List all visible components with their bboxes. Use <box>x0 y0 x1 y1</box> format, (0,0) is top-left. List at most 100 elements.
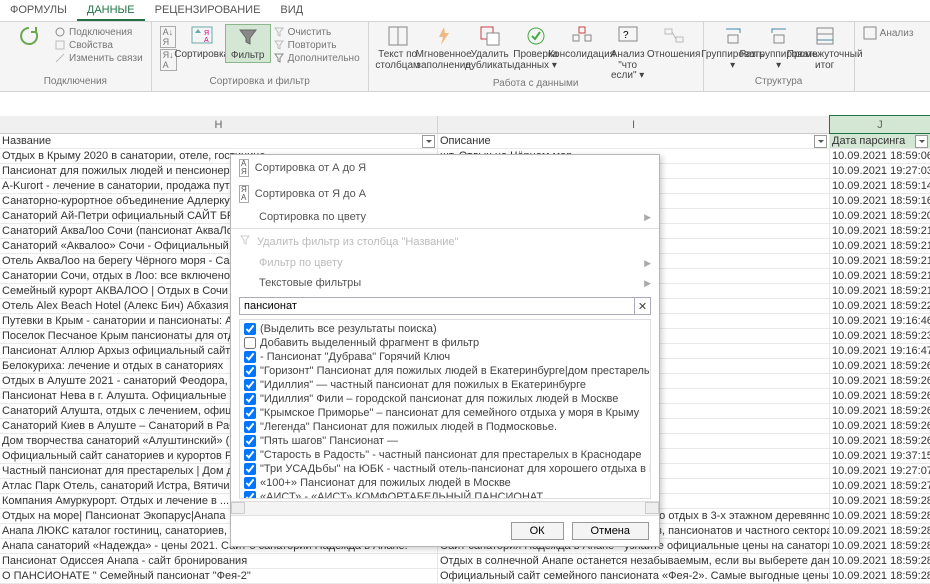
cell[interactable]: 10.09.2021 18:59:14 <box>830 179 930 193</box>
group-icon <box>721 24 745 48</box>
consolidate-button[interactable]: Консолидация <box>559 24 605 61</box>
whatif-button[interactable]: ?Анализ "что если" ▾ <box>605 24 651 82</box>
search-input[interactable] <box>239 297 635 315</box>
filter-button-I[interactable] <box>814 135 827 148</box>
col-header-H[interactable]: H <box>0 116 438 133</box>
cell[interactable]: 10.09.2021 18:59:20 <box>830 209 930 223</box>
consolidate-icon <box>570 24 594 48</box>
cell[interactable]: 10.09.2021 18:59:26 <box>830 359 930 373</box>
sort-za-icon: ЯА <box>239 185 249 203</box>
text-to-columns-button[interactable]: Текст по столбцам <box>375 24 421 71</box>
color-filter-item: Фильтр по цвету▶ <box>231 253 659 273</box>
filter-item-check[interactable] <box>244 379 256 391</box>
filter-item-check[interactable] <box>244 477 256 489</box>
data-validation-button[interactable]: Проверка данных ▾ <box>513 24 559 71</box>
filter-item-label: "Пять шагов" Пансионат — <box>260 435 398 447</box>
filter-item-check[interactable] <box>244 435 256 447</box>
ok-button[interactable]: ОК <box>511 522 564 540</box>
col-header-I[interactable]: I <box>438 116 830 133</box>
filter-item-check[interactable] <box>244 351 256 363</box>
filter-item-check[interactable] <box>244 463 256 475</box>
cell[interactable]: 10.09.2021 18:59:21 <box>830 269 930 283</box>
tab-review[interactable]: РЕЦЕНЗИРОВАНИЕ <box>145 0 271 21</box>
properties-item[interactable]: Свойства <box>54 39 143 51</box>
cell[interactable]: Отдых в солнечной Анапе останется незабы… <box>438 554 830 568</box>
cell[interactable]: 10.09.2021 18:59:23 <box>830 329 930 343</box>
reapply-item[interactable]: Повторить <box>273 39 360 51</box>
refresh-all-button[interactable] <box>6 24 52 48</box>
header-date-cell: Дата парсинга <box>830 134 930 148</box>
clear-filter-item[interactable]: Очистить <box>273 26 360 38</box>
cell[interactable]: Официальный сайт семейного пансионата «Ф… <box>438 569 830 583</box>
edit-links-item[interactable]: Изменить связи <box>54 52 143 64</box>
cell[interactable]: 10.09.2021 18:59:21 <box>830 239 930 253</box>
table-header-row: Название Описание Дата парсинга <box>0 134 930 149</box>
filter-item-check[interactable] <box>244 407 256 419</box>
advanced-item[interactable]: Дополнительно <box>273 52 360 64</box>
sort-az-button[interactable]: А↓Я <box>160 26 177 48</box>
cell[interactable]: 10.09.2021 18:59:22 <box>830 299 930 313</box>
cell[interactable]: 10.09.2021 18:59:21 <box>830 254 930 268</box>
cell[interactable]: 10.09.2021 18:59:16 <box>830 194 930 208</box>
sort-az-item[interactable]: АЯСортировка от А до Я <box>231 155 659 181</box>
sort-za-item[interactable]: ЯАСортировка от Я до А <box>231 181 659 207</box>
column-headers: H I J <box>0 116 930 134</box>
filter-item-check[interactable] <box>244 421 256 433</box>
remove-duplicates-button[interactable]: Удалить дубликаты <box>467 24 513 71</box>
connections-item[interactable]: Подключения <box>54 26 143 38</box>
filter-item-check[interactable] <box>244 491 256 499</box>
cell[interactable]: 10.09.2021 18:59:26 <box>830 434 930 448</box>
cell[interactable]: 10.09.2021 18:59:28 <box>830 524 930 538</box>
search-clear-button[interactable]: ✕ <box>635 297 651 315</box>
cell[interactable]: 10.09.2021 19:16:46 <box>830 314 930 328</box>
cell[interactable]: 10.09.2021 18:59:26 <box>830 404 930 418</box>
filter-item-check[interactable] <box>244 365 256 377</box>
cell[interactable]: 10.09.2021 19:27:07 <box>830 464 930 478</box>
tab-formulas[interactable]: ФОРМУЛЫ <box>0 0 77 21</box>
cell[interactable]: 10.09.2021 18:59:28 <box>830 554 930 568</box>
cancel-button[interactable]: Отмена <box>572 522 649 540</box>
filter-item-check[interactable] <box>244 449 256 461</box>
cell[interactable]: 10.09.2021 18:59:28 <box>830 509 930 523</box>
cell[interactable]: 10.09.2021 18:59:28 <box>830 569 930 583</box>
datatools-caption: Работа с данными <box>375 78 697 91</box>
whatif-icon: ? <box>616 24 640 48</box>
filter-item-label: "Идиллия" — частный пансионат для пожилы… <box>260 379 586 391</box>
cell[interactable]: 10.09.2021 18:59:26 <box>830 374 930 388</box>
sort-button[interactable]: ЯА Сортировка <box>179 24 225 61</box>
filter-item-check[interactable] <box>244 393 256 405</box>
sort-color-item[interactable]: Сортировка по цвету▶ <box>231 207 659 227</box>
filter-checklist[interactable]: (Выделить все результаты поиска) Добавит… <box>239 319 651 499</box>
cell[interactable]: 10.09.2021 18:59:21 <box>830 224 930 238</box>
text-filters-item[interactable]: Текстовые фильтры▶ <box>231 273 659 293</box>
col-header-J[interactable]: J <box>830 116 930 133</box>
cell[interactable]: 10.09.2021 18:59:28 <box>830 539 930 553</box>
table-row[interactable]: Пансионат Одиссея Анапа - сайт бронирова… <box>0 554 930 569</box>
filter-button[interactable]: Фильтр <box>225 24 271 63</box>
table-row[interactable]: О ПАНСИОНАТЕ " Семейный пансионат "Фея-2… <box>0 569 930 584</box>
filter-item-label: "Легенда" Пансионат для пожилых людей в … <box>260 421 557 433</box>
filter-item-label: - Пансионат "Дубрава" Горячий Ключ <box>260 351 450 363</box>
cell[interactable]: 10.09.2021 19:16:47 <box>830 344 930 358</box>
filter-button-H[interactable] <box>422 135 435 148</box>
cell[interactable]: 10.09.2021 18:59:26 <box>830 389 930 403</box>
flash-fill-button[interactable]: Мгновенное заполнение <box>421 24 467 71</box>
cell[interactable]: 10.09.2021 18:59:26 <box>830 419 930 433</box>
cell[interactable]: 10.09.2021 18:59:28 <box>830 494 930 508</box>
relationships-button[interactable]: Отношения <box>651 24 697 61</box>
checklist-hscrollbar[interactable] <box>231 501 659 515</box>
cell[interactable]: 10.09.2021 18:59:27 <box>830 479 930 493</box>
cell[interactable]: 10.09.2021 19:27:03 <box>830 164 930 178</box>
cell[interactable]: О ПАНСИОНАТЕ " Семейный пансионат "Фея-2… <box>0 569 438 583</box>
cell[interactable]: 10.09.2021 18:59:06 <box>830 149 930 163</box>
filter-button-J[interactable] <box>915 135 928 148</box>
cell[interactable]: Пансионат Одиссея Анапа - сайт бронирова… <box>0 554 438 568</box>
analysis-item[interactable]: Анализ <box>863 26 914 40</box>
cell[interactable]: 10.09.2021 19:37:15 <box>830 449 930 463</box>
subtotal-button[interactable]: Промежуточный итог <box>802 24 848 71</box>
select-all-check[interactable] <box>244 323 256 335</box>
tab-data[interactable]: ДАННЫЕ <box>77 0 145 21</box>
cell[interactable]: 10.09.2021 18:59:21 <box>830 284 930 298</box>
tab-view[interactable]: ВИД <box>270 0 313 21</box>
add-selection-check[interactable] <box>244 337 256 349</box>
